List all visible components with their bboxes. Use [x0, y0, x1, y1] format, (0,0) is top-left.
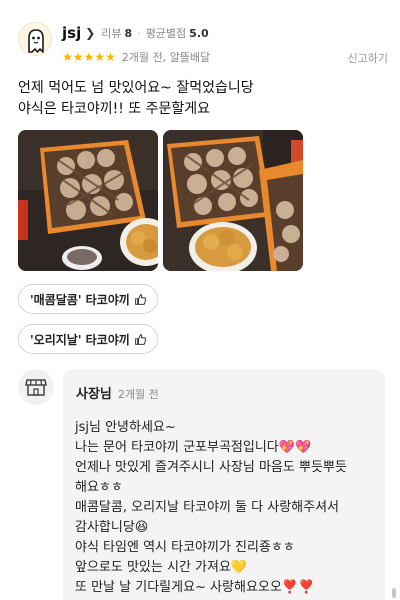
- review-text: 언제 먹어도 넘 맛있어요~ 잘먹었습니당 야식은 타코야끼!! 또 주문할게요: [18, 78, 378, 120]
- ghost-avatar-icon[interactable]: [18, 22, 52, 56]
- owner-name: 사장님: [76, 387, 112, 402]
- menu-tag-spicy-sweet[interactable]: '매콤달콤' 타코야끼: [18, 284, 158, 314]
- owner-reply-text: jsj님 안녕하세요~ 나는 문어 타코야끼 군포부곡점입니다💖💖 언제나 맛있…: [75, 418, 365, 598]
- owner-reply-line: jsj님 안녕하세요~: [75, 420, 176, 435]
- avg-rating-label: 평균별점: [145, 27, 187, 40]
- menu-tag-label: '오리지날' 타코야끼: [30, 332, 130, 347]
- owner-reply-line: 야식 타임엔 역시 타코야끼가 진리죵ㅎㅎ: [75, 540, 295, 555]
- reviewer-nickname[interactable]: jsj: [62, 24, 81, 42]
- menu-tag-label: '매콤달콤' 타코야끼: [30, 292, 130, 307]
- owner-reply-line: 또 만날 날 기다릴게요~ 사랑해요오오❣️❣️: [75, 580, 315, 595]
- star-rating: ★★★★★: [62, 50, 116, 64]
- review-text-line: 야식은 타코야끼!! 또 주문할게요: [18, 101, 211, 117]
- menu-tag-original[interactable]: '오리지날' 타코야끼: [18, 324, 158, 354]
- nickname-row[interactable]: jsj ❯ 리뷰 8 · 평균별점 5.0: [62, 23, 209, 43]
- chevron-right-icon[interactable]: ❯: [85, 27, 95, 39]
- review-text-line: 언제 먹어도 넘 맛있어요~ 잘먹었습니당: [18, 80, 254, 96]
- owner-reply-time: 2개월 전: [117, 388, 159, 401]
- review-header: jsj ❯ 리뷰 8 · 평균별점 5.0 ★★★★★ 2개월 전, 알뜰배달 …: [18, 20, 388, 70]
- reviewer-stats: 리뷰 8 · 평균별점 5.0: [101, 25, 208, 41]
- store-icon: [18, 369, 54, 405]
- thumbs-up-icon: [134, 293, 146, 305]
- owner-reply-line: 해요ㅎㅎ: [75, 480, 123, 495]
- review-photo[interactable]: [163, 130, 303, 271]
- report-button[interactable]: 신고하기: [348, 50, 388, 66]
- owner-reply-line: 나는 문어 타코야끼 군포부곡점입니다💖💖: [75, 440, 312, 455]
- owner-reply-line: 앞으로도 맛있는 시간 가져요💛: [75, 560, 248, 575]
- review-time: 2개월 전, 알뜰배달: [121, 51, 211, 64]
- owner-reply-line: 매콤달콤, 오리지날 타코야끼 둘 다 사랑해주셔서: [75, 500, 339, 515]
- meta-separator: ·: [137, 26, 141, 40]
- thumbs-up-icon: [134, 333, 146, 345]
- owner-reply-header: 사장님 2개월 전: [76, 383, 373, 402]
- owner-reply-line: 감사합니당😆: [75, 520, 149, 535]
- review-count: 8: [124, 26, 133, 40]
- scrollbar-thumb[interactable]: [392, 588, 396, 598]
- owner-reply-line: 언제나 맛있게 즐겨주시니 사장님 마음도 뿌듯뿌듯: [75, 460, 347, 475]
- rating-row: ★★★★★ 2개월 전, 알뜰배달: [62, 49, 210, 65]
- review-count-label: 리뷰: [101, 27, 122, 40]
- owner-reply: 사장님 2개월 전 jsj님 안녕하세요~ 나는 문어 타코야끼 군포부곡점입니…: [63, 369, 385, 600]
- avg-rating: 5.0: [189, 26, 209, 40]
- review-photo[interactable]: [18, 130, 158, 271]
